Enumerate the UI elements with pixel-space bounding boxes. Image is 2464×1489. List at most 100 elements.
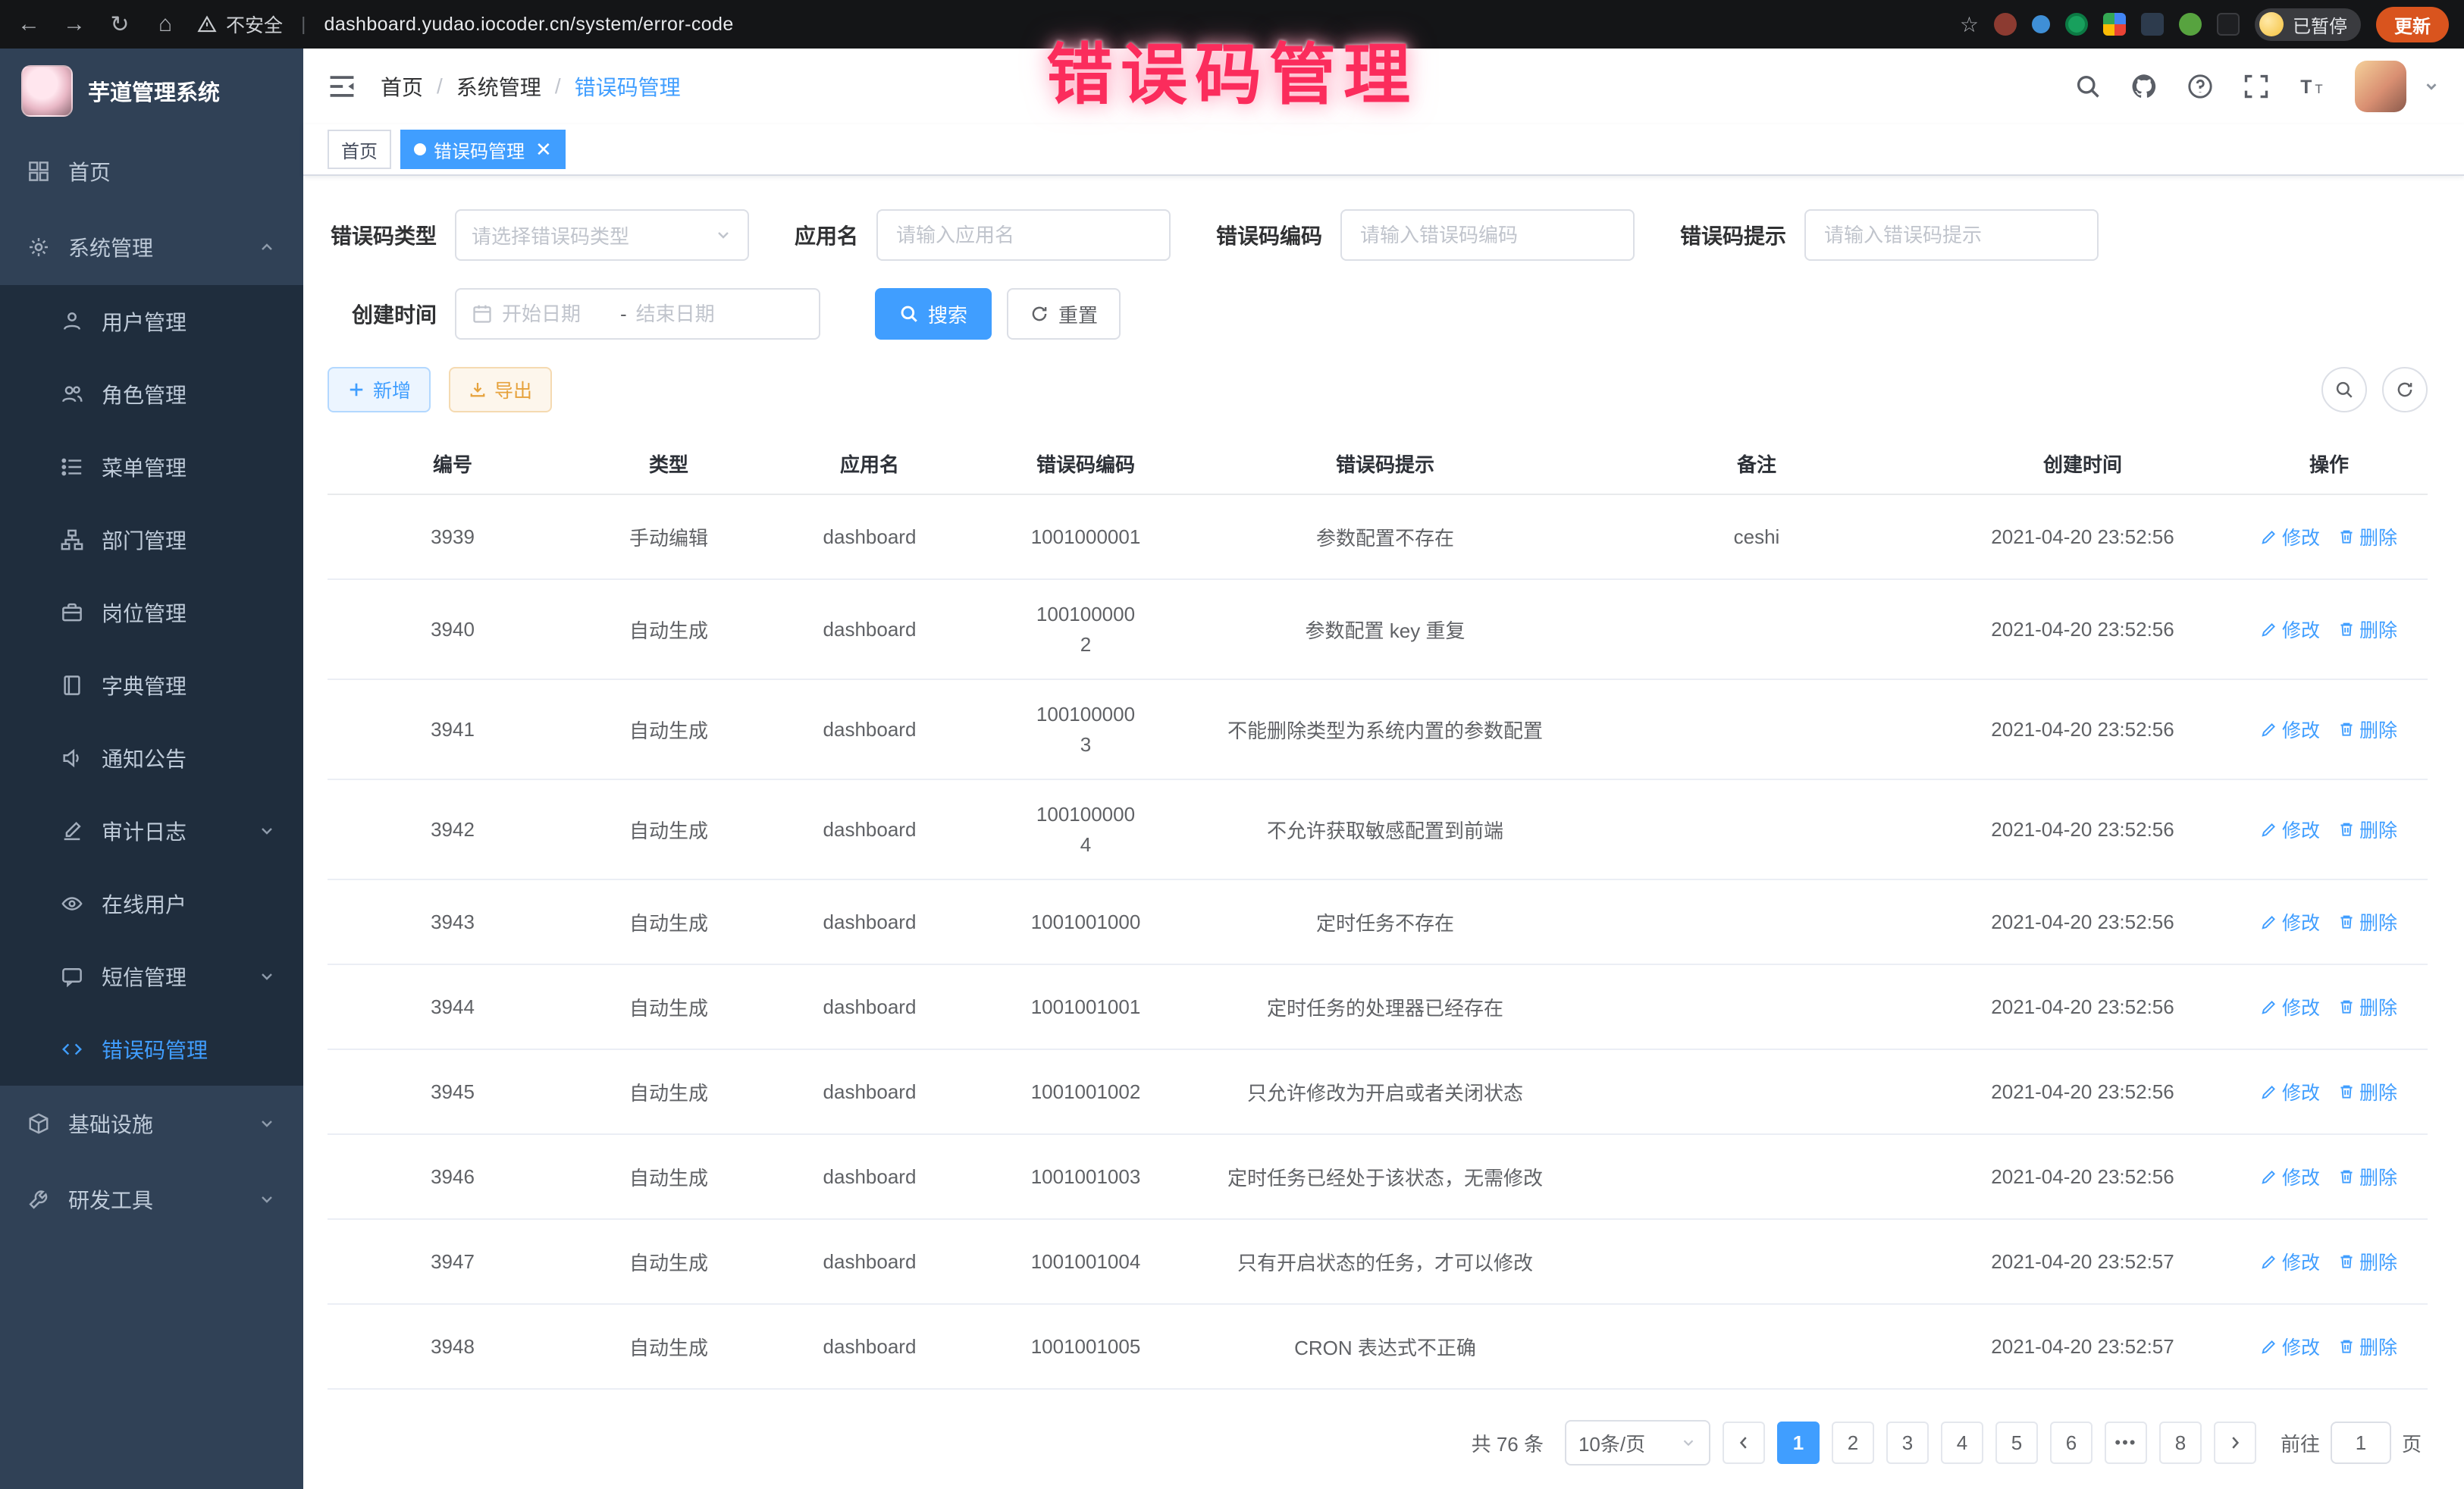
delete-link[interactable]: 删除 [2338, 1248, 2397, 1275]
search-icon[interactable] [2074, 73, 2102, 100]
error-code-input[interactable] [1340, 209, 1635, 261]
edit-link[interactable]: 修改 [2261, 908, 2320, 936]
sidebar-item-user-management[interactable]: 用户管理 [0, 285, 303, 358]
sidebar-item-menu-management[interactable]: 菜单管理 [0, 431, 303, 503]
delete-link[interactable]: 删除 [2338, 716, 2397, 743]
extension-icon-1[interactable] [1994, 13, 2017, 36]
next-page-button[interactable] [2214, 1422, 2256, 1464]
sidebar-item-home[interactable]: 首页 [0, 133, 303, 209]
edit-link[interactable]: 修改 [2261, 1163, 2320, 1190]
sidebar-item-error-code-management[interactable]: 错误码管理 [0, 1013, 303, 1086]
refresh-table-button[interactable] [2382, 367, 2428, 412]
edit-link[interactable]: 修改 [2261, 716, 2320, 743]
page-size-select[interactable]: 10条/页 [1565, 1420, 1710, 1465]
pager-page-8[interactable]: 8 [2159, 1422, 2202, 1464]
delete-link[interactable]: 删除 [2338, 616, 2397, 643]
edit-link[interactable]: 修改 [2261, 1248, 2320, 1275]
sidebar-item-online-users[interactable]: 在线用户 [0, 867, 303, 940]
add-button[interactable]: 新增 [328, 367, 431, 412]
delete-link[interactable]: 删除 [2338, 1163, 2397, 1190]
pager-page-4[interactable]: 4 [1941, 1422, 1983, 1464]
edit-link[interactable]: 修改 [2261, 1078, 2320, 1105]
extension-icon-puzzle[interactable] [2217, 13, 2240, 36]
sidebar-item-label: 系统管理 [68, 232, 153, 262]
user-avatar[interactable] [2355, 61, 2406, 112]
pencil-icon [2261, 914, 2277, 930]
sidebar-item-label: 部门管理 [102, 525, 187, 555]
edit-link[interactable]: 修改 [2261, 993, 2320, 1020]
cell-actions: 修改删除 [2230, 964, 2428, 1049]
browser-home-icon[interactable]: ⌂ [152, 11, 179, 37]
sidebar-item-audit-log[interactable]: 审计日志 [0, 795, 303, 867]
extension-icon-grid[interactable] [2103, 13, 2126, 36]
cell-created: 2021-04-20 23:52:56 [1935, 879, 2230, 964]
extension-icon-3[interactable] [2065, 13, 2088, 36]
col-remark: 备注 [1578, 434, 1935, 494]
pager-page-5[interactable]: 5 [1995, 1422, 2038, 1464]
browser-update-button[interactable]: 更新 [2376, 7, 2449, 42]
github-icon[interactable] [2130, 73, 2158, 100]
end-date-input[interactable] [636, 303, 745, 326]
help-icon[interactable] [2187, 73, 2214, 100]
sidebar-item-dev-tools[interactable]: 研发工具 [0, 1161, 303, 1237]
browser-back-icon[interactable]: ← [15, 11, 42, 37]
sidebar-item-department-management[interactable]: 部门管理 [0, 503, 303, 576]
delete-link[interactable]: 删除 [2338, 908, 2397, 936]
edit-link[interactable]: 修改 [2261, 616, 2320, 643]
fullscreen-icon[interactable] [2243, 73, 2270, 100]
start-date-input[interactable] [502, 303, 611, 326]
search-button[interactable]: 搜索 [875, 288, 992, 340]
extension-icon-5[interactable] [2141, 13, 2164, 36]
font-size-icon[interactable]: TT [2299, 73, 2326, 100]
breadcrumb-system[interactable]: 系统管理 [456, 71, 541, 102]
sidebar-item-post-management[interactable]: 岗位管理 [0, 576, 303, 649]
edit-link[interactable]: 修改 [2261, 1333, 2320, 1360]
search-icon [899, 304, 919, 324]
pager-page-6[interactable]: 6 [2050, 1422, 2093, 1464]
export-button[interactable]: 导出 [449, 367, 552, 412]
browser-forward-icon[interactable]: → [61, 11, 88, 37]
delete-link[interactable]: 删除 [2338, 1078, 2397, 1105]
address-bar-url[interactable]: dashboard.yudao.iocoder.cn/system/error-… [324, 14, 734, 36]
pager-ellipsis[interactable]: ••• [2105, 1422, 2147, 1464]
error-hint-input[interactable] [1804, 209, 2099, 261]
security-chip[interactable]: 不安全 [197, 11, 283, 38]
toggle-search-button[interactable] [2321, 367, 2367, 412]
tag-close-icon[interactable]: ✕ [535, 139, 552, 159]
sidebar-item-system-management[interactable]: 系统管理 [0, 209, 303, 285]
sidebar-item-notice-management[interactable]: 通知公告 [0, 722, 303, 795]
extension-icon-6[interactable] [2179, 13, 2202, 36]
reset-button[interactable]: 重置 [1007, 288, 1121, 340]
prev-page-button[interactable] [1723, 1422, 1765, 1464]
list-icon [61, 456, 83, 478]
browser-reload-icon[interactable]: ↻ [106, 11, 133, 38]
pager-page-1[interactable]: 1 [1777, 1422, 1820, 1464]
pager-page-2[interactable]: 2 [1832, 1422, 1874, 1464]
profile-paused-badge[interactable]: 已暂停 [2255, 8, 2361, 41]
delete-link[interactable]: 删除 [2338, 523, 2397, 550]
sidebar-item-dict-management[interactable]: 字典管理 [0, 649, 303, 722]
delete-link[interactable]: 删除 [2338, 816, 2397, 843]
extension-icon-2[interactable] [2032, 15, 2050, 33]
edit-link[interactable]: 修改 [2261, 523, 2320, 550]
sidebar-item-sms-management[interactable]: 短信管理 [0, 940, 303, 1013]
cell-code: 1001000002 [980, 579, 1192, 679]
delete-link[interactable]: 删除 [2338, 993, 2397, 1020]
error-type-select[interactable]: 请选择错误码类型 [455, 209, 749, 261]
cell-code: 1001001000 [980, 879, 1192, 964]
avatar-caret-down-icon[interactable] [2423, 78, 2440, 95]
edit-link[interactable]: 修改 [2261, 816, 2320, 843]
goto-page-input[interactable] [2331, 1422, 2391, 1464]
breadcrumb-home[interactable]: 首页 [381, 71, 423, 102]
pager-page-3[interactable]: 3 [1886, 1422, 1929, 1464]
date-range-picker[interactable]: - [455, 288, 820, 340]
tag-error-code-management[interactable]: 错误码管理 ✕ [400, 130, 566, 169]
app-name-input[interactable] [876, 209, 1171, 261]
sidebar-logo[interactable]: 芋道管理系统 [0, 49, 303, 133]
delete-link[interactable]: 删除 [2338, 1333, 2397, 1360]
bookmark-star-icon[interactable]: ☆ [1960, 12, 1979, 37]
sidebar-item-infrastructure[interactable]: 基础设施 [0, 1086, 303, 1161]
sidebar-toggle-icon[interactable] [328, 72, 356, 101]
tag-home[interactable]: 首页 [328, 130, 391, 169]
sidebar-item-role-management[interactable]: 角色管理 [0, 358, 303, 431]
